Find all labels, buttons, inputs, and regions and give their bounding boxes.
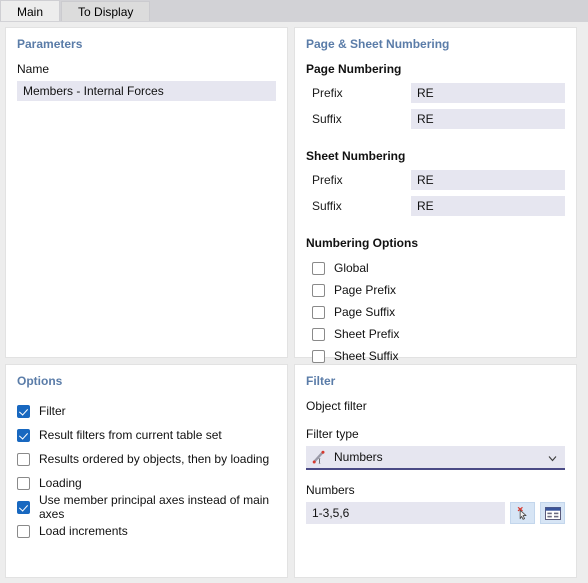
- option-loading-label: Loading: [39, 476, 82, 490]
- tab-content-main: Parameters Name Options Filter Result fi…: [0, 22, 588, 583]
- sheet-suffix-row: Suffix: [306, 196, 565, 216]
- numbers-pick-icon: I: [312, 450, 327, 465]
- option-filter-label: Filter: [39, 404, 66, 418]
- option-results-ordered-by-objects-checkbox[interactable]: [17, 452, 30, 466]
- left-column: Parameters Name Options Filter Result fi…: [5, 27, 288, 578]
- filter-panel: Filter Object filter Filter type I Numbe…: [294, 364, 577, 578]
- page-numbering-section-label: Page Numbering: [306, 62, 402, 76]
- numbers-label: Numbers: [306, 483, 355, 497]
- numbering-option-sheet-prefix-checkbox[interactable]: [312, 327, 325, 341]
- sheet-prefix-input[interactable]: [411, 170, 565, 190]
- numbering-options-section-label: Numbering Options: [306, 236, 418, 250]
- numbering-option-page-suffix-label: Page Suffix: [334, 305, 396, 319]
- page-suffix-input[interactable]: [411, 109, 565, 129]
- option-filter-checkbox[interactable]: [17, 404, 30, 418]
- option-loading[interactable]: Loading: [17, 471, 276, 495]
- option-result-filters-table-set[interactable]: Result filters from current table set: [17, 423, 276, 447]
- option-results-ordered-by-objects[interactable]: Results ordered by objects, then by load…: [17, 447, 276, 471]
- numbering-option-sheet-prefix-label: Sheet Prefix: [334, 327, 400, 341]
- option-result-filters-table-set-label: Result filters from current table set: [39, 428, 222, 442]
- chevron-down-icon[interactable]: [548, 454, 557, 462]
- numbering-option-global[interactable]: Global: [312, 257, 565, 279]
- object-filter-label: Object filter: [306, 399, 367, 413]
- option-member-principal-axes-checkbox[interactable]: [17, 500, 30, 514]
- tab-to-display-label: To Display: [78, 5, 134, 19]
- tab-main-label: Main: [17, 4, 44, 19]
- numbering-option-page-suffix[interactable]: Page Suffix: [312, 301, 565, 323]
- numbering-option-global-label: Global: [334, 261, 369, 275]
- numbers-row: [306, 502, 565, 524]
- page-suffix-label: Suffix: [312, 112, 342, 126]
- page-prefix-label: Prefix: [312, 86, 343, 100]
- filter-panel-title: Filter: [306, 374, 336, 388]
- tab-bar: Main To Display: [0, 0, 588, 22]
- svg-text:I: I: [318, 457, 321, 465]
- option-member-principal-axes[interactable]: Use member principal axes instead of mai…: [17, 493, 276, 521]
- filter-type-dropdown[interactable]: I Numbers: [306, 446, 565, 470]
- numbering-option-page-suffix-checkbox[interactable]: [312, 305, 325, 319]
- numbering-options-spacer: [306, 222, 565, 236]
- numbering-option-sheet-suffix-checkbox[interactable]: [312, 349, 325, 363]
- sheet-suffix-input[interactable]: [411, 196, 565, 216]
- page-suffix-row: Suffix: [306, 109, 565, 129]
- table-dialog-icon: [544, 506, 561, 520]
- option-result-filters-table-set-checkbox[interactable]: [17, 428, 30, 442]
- numbering-option-global-checkbox[interactable]: [312, 261, 325, 275]
- tab-main[interactable]: Main: [0, 0, 61, 22]
- cursor-deselect-icon: [515, 506, 530, 521]
- options-panel: Options Filter Result filters from curre…: [5, 364, 288, 578]
- right-column: Page & Sheet Numbering Page Numbering Pr…: [294, 27, 577, 578]
- numbering-option-page-prefix-checkbox[interactable]: [312, 283, 325, 297]
- option-load-increments[interactable]: Load increments: [17, 519, 276, 543]
- open-table-dialog-button[interactable]: [540, 502, 565, 524]
- numbering-spacer: [306, 135, 565, 149]
- parameters-panel-title: Parameters: [17, 37, 83, 51]
- options-panel-title: Options: [17, 374, 63, 388]
- numbering-option-page-prefix-label: Page Prefix: [334, 283, 397, 297]
- option-filter[interactable]: Filter: [17, 399, 276, 423]
- filter-type-value: Numbers: [334, 450, 383, 464]
- name-label: Name: [17, 62, 50, 76]
- sheet-prefix-row: Prefix: [306, 170, 565, 190]
- sheet-numbering-section-label: Sheet Numbering: [306, 149, 406, 163]
- option-loading-checkbox[interactable]: [17, 476, 30, 490]
- page-prefix-row: Prefix: [306, 83, 565, 103]
- sheet-suffix-label: Suffix: [312, 199, 342, 213]
- parameters-panel: Parameters Name: [5, 27, 288, 358]
- option-member-principal-axes-label: Use member principal axes instead of mai…: [39, 493, 270, 521]
- page-prefix-input[interactable]: [411, 83, 565, 103]
- option-results-ordered-by-objects-label: Results ordered by objects, then by load…: [39, 452, 270, 466]
- numbering-option-sheet-suffix-label: Sheet Suffix: [334, 349, 399, 363]
- option-load-increments-label: Load increments: [39, 524, 128, 538]
- numbers-input[interactable]: [306, 502, 505, 524]
- pick-objects-button[interactable]: [510, 502, 535, 524]
- numbering-option-page-prefix[interactable]: Page Prefix: [312, 279, 565, 301]
- filter-type-label: Filter type: [306, 427, 359, 441]
- tab-to-display[interactable]: To Display: [61, 1, 151, 22]
- sheet-prefix-label: Prefix: [312, 173, 343, 187]
- numbering-panel-title: Page & Sheet Numbering: [306, 37, 450, 51]
- numbering-option-sheet-prefix[interactable]: Sheet Prefix: [312, 323, 565, 345]
- page-sheet-numbering-panel: Page & Sheet Numbering Page Numbering Pr…: [294, 27, 577, 363]
- name-input[interactable]: [17, 81, 276, 101]
- option-load-increments-checkbox[interactable]: [17, 524, 30, 538]
